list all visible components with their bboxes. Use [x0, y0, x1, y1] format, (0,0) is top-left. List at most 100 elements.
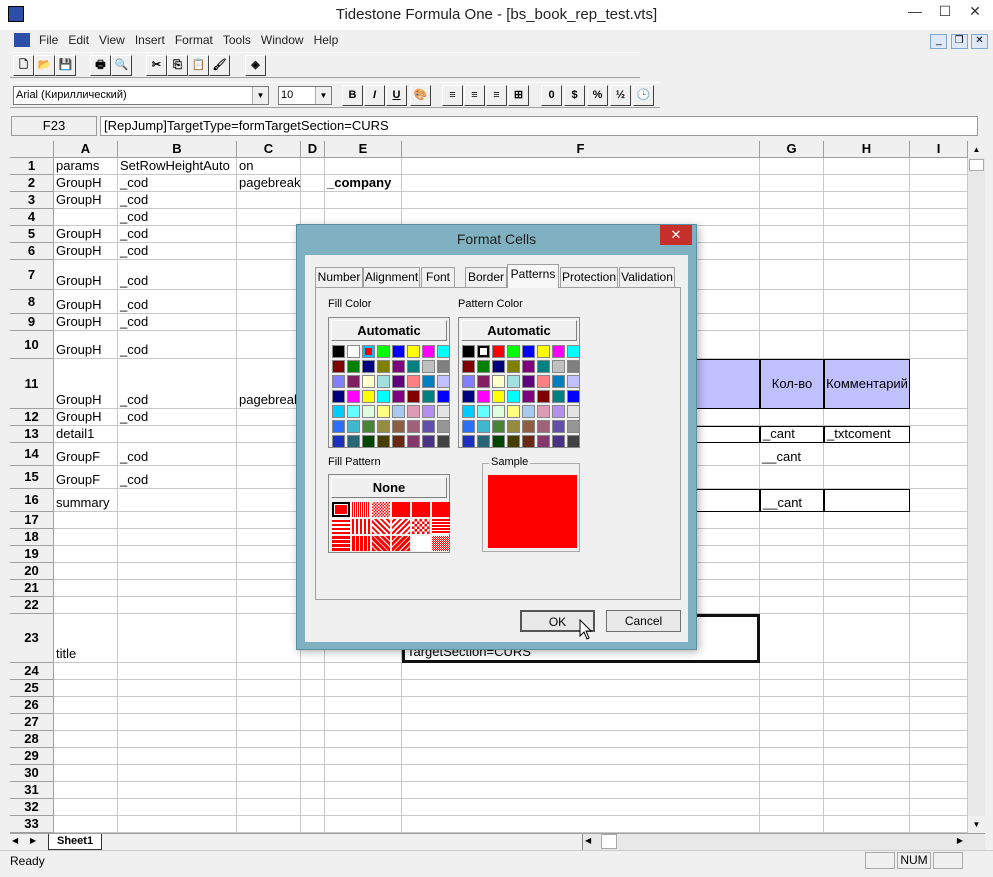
cell[interactable] — [760, 546, 824, 563]
chevron-down-icon[interactable]: ▼ — [252, 87, 268, 104]
color-swatch[interactable] — [422, 405, 435, 418]
row-header-4[interactable]: 4 — [10, 209, 54, 226]
cell[interactable] — [824, 563, 910, 580]
currency-icon[interactable]: $ — [564, 85, 585, 106]
align-left-icon[interactable]: ≡ — [442, 85, 463, 106]
cell[interactable] — [237, 816, 301, 833]
pattern-swatch[interactable] — [332, 519, 350, 534]
underline-button[interactable]: U — [386, 85, 407, 106]
cell[interactable] — [54, 697, 118, 714]
color-swatch[interactable] — [567, 345, 580, 358]
cell[interactable] — [910, 816, 968, 833]
color-swatch[interactable] — [507, 405, 520, 418]
cell[interactable] — [824, 290, 910, 314]
color-swatch[interactable] — [437, 405, 450, 418]
cell[interactable] — [760, 209, 824, 226]
color-swatch[interactable] — [377, 435, 390, 448]
pattern-swatch[interactable] — [432, 536, 450, 551]
cell-g16[interactable]: __cant — [760, 489, 824, 512]
cell[interactable] — [54, 816, 118, 833]
new-icon[interactable]: 🗋 — [13, 55, 34, 76]
cell[interactable] — [910, 580, 968, 597]
color-swatch[interactable] — [552, 345, 565, 358]
cell[interactable] — [760, 529, 824, 546]
number-format-button[interactable]: 0 — [541, 85, 562, 106]
color-swatch[interactable] — [567, 390, 580, 403]
cell[interactable] — [910, 731, 968, 748]
cell[interactable] — [54, 529, 118, 546]
color-swatch[interactable] — [422, 420, 435, 433]
cell[interactable] — [760, 697, 824, 714]
tab-scroll-left-icon[interactable]: ◀ — [12, 836, 18, 845]
cell-b11[interactable]: _cod — [118, 359, 237, 409]
color-swatch[interactable] — [377, 360, 390, 373]
color-swatch[interactable] — [462, 390, 475, 403]
cell[interactable] — [237, 331, 301, 359]
color-swatch[interactable] — [567, 360, 580, 373]
color-swatch[interactable] — [392, 435, 405, 448]
cell[interactable] — [54, 209, 118, 226]
cell[interactable] — [910, 192, 968, 209]
cell-a5[interactable]: GroupH — [54, 226, 118, 243]
cell[interactable] — [824, 209, 910, 226]
cell[interactable] — [760, 563, 824, 580]
column-header-b[interactable]: B — [118, 141, 237, 158]
cell-b3[interactable]: _cod — [118, 192, 237, 209]
color-swatch[interactable] — [507, 375, 520, 388]
color-swatch[interactable] — [377, 375, 390, 388]
bold-button[interactable]: B — [342, 85, 363, 106]
cell[interactable] — [824, 192, 910, 209]
color-swatch[interactable] — [362, 375, 375, 388]
color-swatch[interactable] — [492, 345, 505, 358]
cell-a2[interactable]: GroupH — [54, 175, 118, 192]
cell[interactable] — [402, 765, 760, 782]
color-swatch[interactable] — [507, 360, 520, 373]
color-swatch[interactable] — [522, 360, 535, 373]
cell[interactable] — [237, 563, 301, 580]
cell[interactable] — [402, 663, 760, 680]
cell-a6[interactable]: GroupH — [54, 243, 118, 260]
row-header-20[interactable]: 20 — [10, 563, 54, 580]
cell[interactable] — [910, 546, 968, 563]
color-swatch[interactable] — [477, 420, 490, 433]
color-swatch[interactable] — [507, 345, 520, 358]
cell-b5[interactable]: _cod — [118, 226, 237, 243]
color-swatch[interactable] — [407, 345, 420, 358]
cell[interactable] — [910, 466, 968, 489]
cell-b4[interactable]: _cod — [118, 209, 237, 226]
color-swatch[interactable] — [362, 390, 375, 403]
row-header-16[interactable]: 16 — [10, 489, 54, 512]
row-header-12[interactable]: 12 — [10, 409, 54, 426]
cell[interactable] — [54, 597, 118, 614]
cell[interactable] — [402, 731, 760, 748]
cell-a16[interactable]: summary — [54, 489, 118, 512]
color-swatch[interactable] — [347, 390, 360, 403]
cell[interactable] — [118, 714, 237, 731]
cell[interactable] — [824, 816, 910, 833]
row-header-33[interactable]: 33 — [10, 816, 54, 833]
pattern-swatch[interactable] — [372, 519, 390, 534]
color-swatch[interactable] — [552, 405, 565, 418]
cell[interactable] — [760, 714, 824, 731]
color-swatch[interactable] — [332, 390, 345, 403]
copy-icon[interactable]: ⎘ — [167, 55, 188, 76]
vertical-scrollbar[interactable]: ▲ ▼ — [968, 141, 985, 833]
color-swatch[interactable] — [392, 420, 405, 433]
cut-icon[interactable]: ✂ — [146, 55, 167, 76]
cell[interactable] — [760, 816, 824, 833]
color-swatch[interactable] — [392, 405, 405, 418]
cell[interactable] — [325, 799, 402, 816]
cell-g14[interactable]: __cant — [760, 443, 824, 466]
mdi-restore-button[interactable]: ❐ — [950, 34, 968, 49]
cell[interactable] — [237, 529, 301, 546]
row-header-15[interactable]: 15 — [10, 466, 54, 489]
pattern-swatch[interactable] — [412, 519, 430, 534]
cell[interactable] — [237, 597, 301, 614]
cell[interactable] — [824, 663, 910, 680]
cell[interactable] — [760, 158, 824, 175]
cell[interactable] — [824, 260, 910, 290]
column-header-g[interactable]: G — [760, 141, 824, 158]
color-swatch[interactable] — [462, 375, 475, 388]
scroll-down-icon[interactable]: ▼ — [968, 816, 985, 833]
color-swatch[interactable] — [392, 360, 405, 373]
